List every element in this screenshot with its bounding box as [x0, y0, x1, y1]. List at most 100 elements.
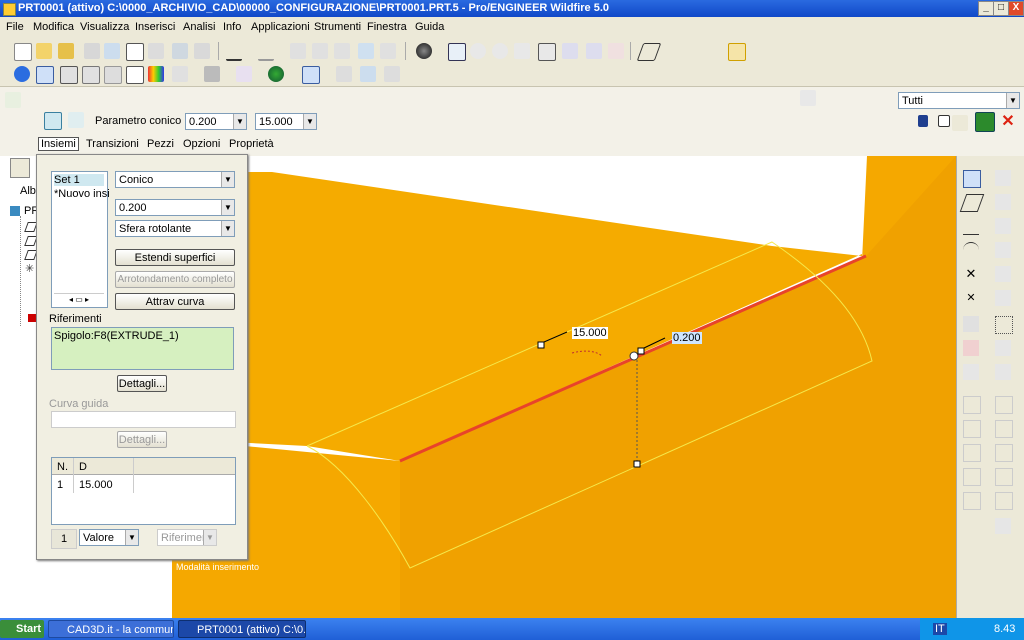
shape-combo[interactable]: Conico ▼ [115, 171, 235, 188]
zoom-in-icon[interactable] [470, 43, 486, 59]
radius-combo[interactable]: 15.000 ▼ [255, 113, 317, 130]
no-hidden-icon[interactable] [104, 66, 122, 84]
menu-info[interactable]: Info [223, 21, 241, 33]
set-item[interactable]: Set 1 [54, 174, 104, 186]
save-icon[interactable] [84, 43, 100, 59]
datum-csys-icon[interactable] [706, 43, 722, 59]
toroidal-bend-icon[interactable] [995, 518, 1011, 534]
menu-file[interactable]: File [6, 21, 24, 33]
method-combo[interactable]: Sfera rotolante ▼ [115, 220, 235, 237]
appearance-icon[interactable] [148, 66, 164, 82]
plane-icon[interactable] [959, 194, 985, 212]
cup-icon[interactable] [360, 66, 376, 82]
tab-opzioni[interactable]: Opzioni [183, 138, 220, 150]
tab-transizioni[interactable]: Transizioni [86, 138, 139, 150]
hand-icon[interactable] [384, 66, 400, 82]
menu-strumenti[interactable]: Strumenti [314, 21, 361, 33]
zoom-fit-icon[interactable] [538, 43, 556, 61]
hole-icon[interactable] [995, 266, 1011, 282]
erase-icon[interactable] [148, 43, 164, 59]
regen-icon[interactable] [358, 43, 374, 59]
menu-guida[interactable]: Guida [415, 21, 444, 33]
menu-applicazioni[interactable]: Applicazioni [251, 21, 310, 33]
layers-icon[interactable] [608, 43, 624, 59]
window-icon[interactable] [104, 43, 120, 59]
blend-icon[interactable] [995, 242, 1011, 258]
sweep-icon[interactable] [995, 218, 1011, 234]
extrude-icon[interactable] [995, 170, 1011, 186]
conic-handle[interactable] [629, 351, 639, 361]
set-mode-icon[interactable] [44, 112, 62, 130]
orient-icon[interactable] [562, 43, 578, 59]
globe-icon[interactable] [268, 66, 284, 82]
tree-settings-icon[interactable] [10, 158, 30, 178]
refs-combo[interactable]: Riferimen ▼ [157, 529, 217, 546]
datum-axis-icon[interactable] [662, 43, 678, 59]
open-folder-icon[interactable] [58, 43, 74, 59]
datum-point-icon[interactable] [684, 43, 700, 59]
shell-icon[interactable] [995, 290, 1011, 306]
tab-pezzi[interactable]: Pezzi [147, 138, 174, 150]
graphics-window[interactable]: 15.000 0.200 Modalità inserimento [172, 156, 956, 618]
close-button[interactable]: X [1008, 1, 1024, 16]
open-icon[interactable] [36, 43, 52, 59]
curve-icon[interactable] [963, 242, 979, 259]
annotation-icon[interactable] [752, 43, 768, 59]
pause-icon[interactable] [918, 115, 928, 127]
pattern-icon[interactable] [995, 316, 1013, 334]
task-proe[interactable]: PRT0001 (attivo) C:\0... [178, 620, 306, 638]
refit-icon[interactable] [448, 43, 466, 61]
printer-icon[interactable] [204, 66, 220, 82]
paste-special-icon[interactable] [334, 43, 350, 59]
analysis-feature-icon[interactable] [963, 316, 979, 332]
insert-here-icon[interactable] [963, 340, 979, 356]
menu-analisi[interactable]: Analisi [183, 21, 215, 33]
datum-plane-icon[interactable] [636, 43, 662, 61]
filter-combo[interactable]: Tutti ▼ [898, 92, 1020, 109]
radius-table[interactable]: N. D 1 15.000 [51, 457, 236, 525]
spin-center-icon[interactable] [728, 43, 746, 61]
copy-feature-icon[interactable] [995, 340, 1011, 356]
details-disabled-button[interactable]: Dettagli... [117, 431, 167, 448]
wireframe-icon[interactable] [60, 66, 78, 84]
model-view[interactable] [172, 156, 956, 618]
value-combo[interactable]: Valore ▼ [79, 529, 139, 546]
select-icon[interactable] [36, 66, 54, 84]
zoom-window-icon[interactable] [514, 43, 530, 59]
redo-icon[interactable] [258, 43, 274, 61]
conic-box-handle[interactable] [637, 347, 645, 355]
maximize-button[interactable]: □ [993, 1, 1009, 16]
sets-list[interactable]: Set 1 *Nuovo insi ◂ ▭ ▸ [51, 171, 110, 308]
through-curve-button[interactable]: Attrav curva [115, 293, 235, 310]
cut-icon[interactable] [290, 43, 306, 59]
model-tree-icon[interactable] [172, 66, 188, 82]
full-round-button[interactable]: Arrotondamento completo [115, 271, 235, 288]
transition-mode-icon[interactable] [68, 112, 84, 128]
minimize-button[interactable]: _ [978, 1, 994, 16]
menu-inserisci[interactable]: Inserisci [135, 21, 175, 33]
details-button[interactable]: Dettagli... [117, 375, 167, 392]
ok-check-icon[interactable] [975, 112, 995, 132]
copy-icon[interactable] [194, 43, 210, 59]
axis-icon[interactable] [963, 218, 979, 235]
language-indicator[interactable]: IT [933, 623, 947, 635]
csys-icon[interactable]: ✕ [963, 290, 979, 306]
analysis-icon[interactable] [236, 66, 252, 82]
smart-icon[interactable] [336, 66, 352, 82]
regenerate-icon[interactable] [172, 43, 188, 59]
start-button[interactable]: Start [0, 620, 44, 638]
tab-insiemi[interactable]: Insiemi [38, 137, 79, 151]
preview-check-icon[interactable] [938, 115, 950, 127]
task-browser[interactable]: CAD3D.it - la community ... [48, 620, 174, 638]
conic-dimension[interactable]: 0.200 [672, 332, 702, 344]
sketch-icon[interactable] [14, 66, 30, 82]
tab-proprieta[interactable]: Proprietà [229, 138, 274, 150]
menu-modifica[interactable]: Modifica [33, 21, 74, 33]
cancel-x-icon[interactable]: ✕ [1000, 114, 1016, 130]
shaded-icon[interactable] [126, 66, 144, 84]
radius-handle[interactable] [537, 341, 545, 349]
mirror-icon[interactable] [995, 364, 1011, 380]
conic-combo[interactable]: 0.200 ▼ [115, 199, 235, 216]
references-collector[interactable]: Spigolo:F8(EXTRUDE_1) [51, 327, 234, 370]
radius-dimension[interactable]: 15.000 [572, 327, 608, 339]
